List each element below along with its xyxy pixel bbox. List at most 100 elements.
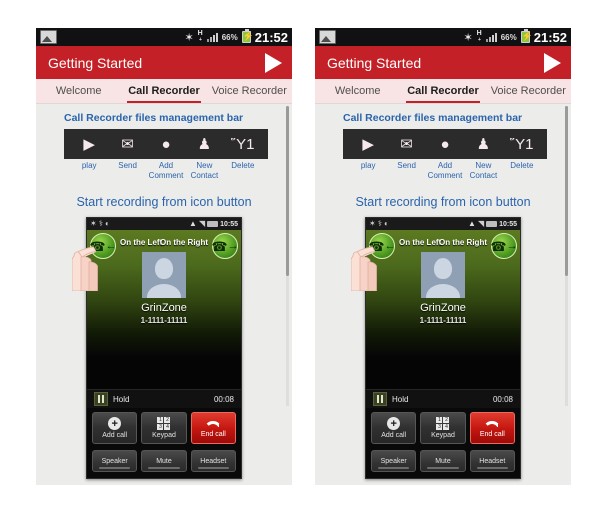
plus-icon: + [387, 417, 401, 430]
files-management-bar: ▶ ✉ ● ♟ Ὕ1 [64, 129, 268, 159]
mute-label: Mute [435, 457, 451, 465]
tab-bar: Welcome Call Recorder Voice Recorder [36, 79, 292, 104]
keypad-button[interactable]: 1 2 3 4 Keypad [141, 412, 187, 444]
add-comment-label: Add Comment [427, 161, 463, 180]
record-right-button[interactable]: ☎ → [211, 233, 239, 259]
hold-pause-icon[interactable] [94, 392, 108, 406]
status-bar-clock: 21:52 [254, 29, 288, 45]
headset-label: Headset [479, 457, 506, 465]
new-contact-icon[interactable]: ♟ [193, 133, 215, 155]
record-left-button[interactable]: ☎ ← [368, 233, 396, 259]
new-contact-icon[interactable]: ♟ [472, 133, 494, 155]
on-the-right-label: On the Right [160, 238, 208, 247]
phone-panel-left: ✶H+66%21:52Getting StartedWelcomeCall Re… [36, 28, 292, 485]
phone-handset-icon: ☎ [89, 238, 106, 254]
network-type-sub: + [198, 37, 202, 43]
speaker-button[interactable]: Speaker [92, 450, 138, 472]
phone-handset-icon: ☎ [211, 238, 228, 254]
hangup-icon [204, 419, 223, 429]
play-icon[interactable]: ▶ [78, 133, 100, 155]
next-arrow-icon[interactable] [544, 52, 561, 73]
speaker-button[interactable]: Speaker [371, 450, 417, 472]
call-action-row: + Add call 1 2 3 4 Keypad End call [366, 408, 520, 450]
arrow-left-icon: ← [105, 239, 117, 252]
network-type-sub: + [477, 37, 481, 43]
hangup-icon [483, 419, 502, 429]
phone-status-bar: ✶ ⚕ ◐ ▲ ◥ 10:55 [87, 218, 241, 230]
contact-number: 1-1111-11111 [140, 316, 188, 325]
add-comment-icon[interactable]: ● [155, 133, 177, 155]
play-label: play [81, 161, 97, 170]
status-bar-clock: 21:52 [533, 29, 567, 45]
add-call-button[interactable]: + Add call [371, 412, 417, 444]
call-action-row: + Add call 1 2 3 4 Keypad End call [87, 408, 241, 450]
add-comment-label: Add Comment [148, 161, 184, 180]
battery-charging-icon [520, 29, 533, 43]
bluetooth-small-icon: ✶ [90, 219, 97, 228]
headset-button[interactable]: Headset [469, 450, 515, 472]
tab-call-recorder[interactable]: Call Recorder [121, 79, 206, 103]
mute-label: Mute [156, 457, 172, 465]
headset-button[interactable]: Headset [190, 450, 236, 472]
add-call-button[interactable]: + Add call [92, 412, 138, 444]
screenshot-root: ✶H+66%21:52Getting StartedWelcomeCall Re… [0, 0, 600, 512]
add-comment-icon[interactable]: ● [434, 133, 456, 155]
signal-bars-icon [485, 32, 497, 42]
arrow-left-icon: ← [384, 239, 396, 252]
speaker-label: Speaker [380, 457, 407, 465]
scrollbar-thumb[interactable] [286, 106, 289, 276]
send-label: Send [118, 161, 137, 170]
page-title: Getting Started [327, 54, 422, 71]
contact-avatar [421, 252, 465, 298]
delete-icon[interactable]: Ὕ1 [510, 133, 533, 155]
record-right-button[interactable]: ☎ → [490, 233, 518, 259]
contact-avatar [142, 252, 186, 298]
in-call-screen: ☎ ← ☎ → On the Left On the Right GrinZone 1-111… [87, 230, 241, 356]
send-icon[interactable]: ✉ [396, 133, 418, 155]
end-call-button[interactable]: End call [469, 412, 515, 444]
keypad-button[interactable]: 1 2 3 4 Keypad [420, 412, 466, 444]
network-type-icon: H + [198, 30, 203, 43]
new-contact-label: New Contact [469, 161, 498, 180]
files-management-label: Call Recorder files management bar [64, 112, 244, 124]
delete-icon[interactable]: Ὕ1 [231, 133, 254, 155]
end-call-label: End call [200, 430, 226, 438]
tab-welcome[interactable]: Welcome [36, 79, 121, 103]
phone-mockup: ✶ ⚕ ◐ ▲ ◥ 10:55 ☎ ← ☎ → On the Left On the Right Gri… [365, 217, 521, 479]
battery-small-icon [486, 221, 498, 227]
phone-status-bar: ✶ ⚕ ◐ ▲ ◥ 10:55 [366, 218, 520, 230]
add-call-label: Add call [102, 432, 128, 439]
hold-pause-icon[interactable] [373, 392, 387, 406]
end-call-button[interactable]: End call [190, 412, 236, 444]
speaker-label: Speaker [101, 457, 128, 465]
arrow-right-icon: → [227, 239, 239, 252]
hold-label: Hold [392, 394, 409, 404]
delete-label: Delete [231, 161, 255, 170]
panel-content: Call Recorder files management bar ▶ ✉ ● ♟ Ὕ1… [36, 104, 292, 485]
record-left-button[interactable]: ☎ ← [89, 233, 117, 259]
scrollbar-thumb[interactable] [565, 106, 568, 276]
sync-small-icon: ◐ [384, 219, 389, 228]
tab-call-recorder[interactable]: Call Recorder [400, 79, 485, 103]
mute-button[interactable]: Mute [141, 450, 187, 472]
bluetooth-small-icon: ✶ [369, 219, 376, 228]
send-icon[interactable]: ✉ [117, 133, 139, 155]
tab-welcome[interactable]: Welcome [315, 79, 400, 103]
arrow-right-icon: → [506, 239, 518, 252]
files-management-label: Call Recorder files management bar [343, 112, 523, 124]
new-contact-label: New Contact [190, 161, 219, 180]
tab-voice-recorder[interactable]: Voice Recorder [207, 79, 292, 103]
start-recording-heading: Start recording from icon button [76, 195, 252, 209]
keypad-icon: 1234 [436, 417, 450, 430]
play-icon[interactable]: ▶ [357, 133, 379, 155]
next-arrow-icon[interactable] [265, 52, 282, 73]
battery-charging-icon [241, 29, 254, 43]
battery-percent-label: 66% [500, 32, 517, 42]
page-title: Getting Started [48, 54, 143, 71]
mute-button[interactable]: Mute [420, 450, 466, 472]
start-recording-heading: Start recording from icon button [355, 195, 531, 209]
wifi-small-icon: ▲ [189, 219, 197, 228]
contact-number: 1-1111-11111 [419, 316, 467, 325]
tab-voice-recorder[interactable]: Voice Recorder [486, 79, 571, 103]
bluetooth-icon: ✶ [463, 30, 473, 44]
